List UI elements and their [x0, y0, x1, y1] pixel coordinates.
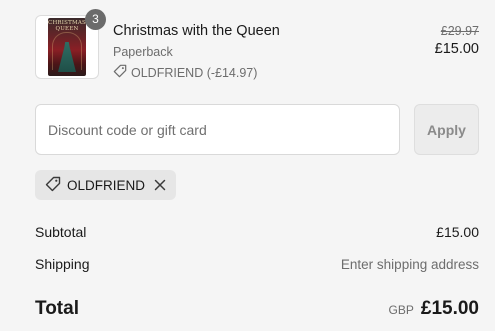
product-prices: £29.97 £15.00: [435, 23, 479, 58]
book-cover-title: CHRISTMAS QUEEN: [48, 20, 86, 32]
cart-line-item: CHRISTMAS QUEEN 3 Christmas with the Que…: [35, 9, 479, 82]
tag-icon: [113, 64, 127, 82]
subtotal-label: Subtotal: [35, 224, 87, 240]
quantity-badge: 3: [85, 9, 106, 30]
close-icon[interactable]: [153, 178, 167, 192]
subtotal-value: £15.00: [436, 224, 479, 240]
total-value: GBP £15.00: [389, 298, 479, 320]
product-info: Christmas with the Queen Paperback OLDFR…: [113, 23, 280, 82]
line-discount-label: OLDFRIEND (-£14.97): [131, 65, 258, 80]
total-row: Total GBP £15.00: [35, 298, 479, 320]
discount-code-input[interactable]: [35, 104, 400, 155]
applied-discount-chip: OLDFRIEND: [35, 170, 177, 200]
line-discount: OLDFRIEND (-£14.97): [113, 64, 280, 82]
shipping-label: Shipping: [35, 256, 90, 272]
subtotal-row: Subtotal £15.00: [35, 224, 479, 240]
apply-button[interactable]: Apply: [414, 104, 479, 155]
discounted-price: £15.00: [434, 41, 479, 57]
total-amount: £15.00: [420, 298, 479, 319]
product-variant: Paperback: [113, 45, 173, 59]
applied-discount-code: OLDFRIEND: [67, 177, 146, 193]
book-cover-image: CHRISTMAS QUEEN: [48, 18, 86, 76]
shipping-row: Shipping Enter shipping address: [35, 256, 479, 272]
shipping-value: Enter shipping address: [340, 257, 479, 272]
tag-icon: [45, 176, 61, 195]
product-title: Christmas with the Queen: [113, 23, 280, 39]
total-label: Total: [35, 298, 79, 319]
original-price: £29.97: [440, 24, 479, 38]
currency-code: GBP: [388, 303, 414, 317]
